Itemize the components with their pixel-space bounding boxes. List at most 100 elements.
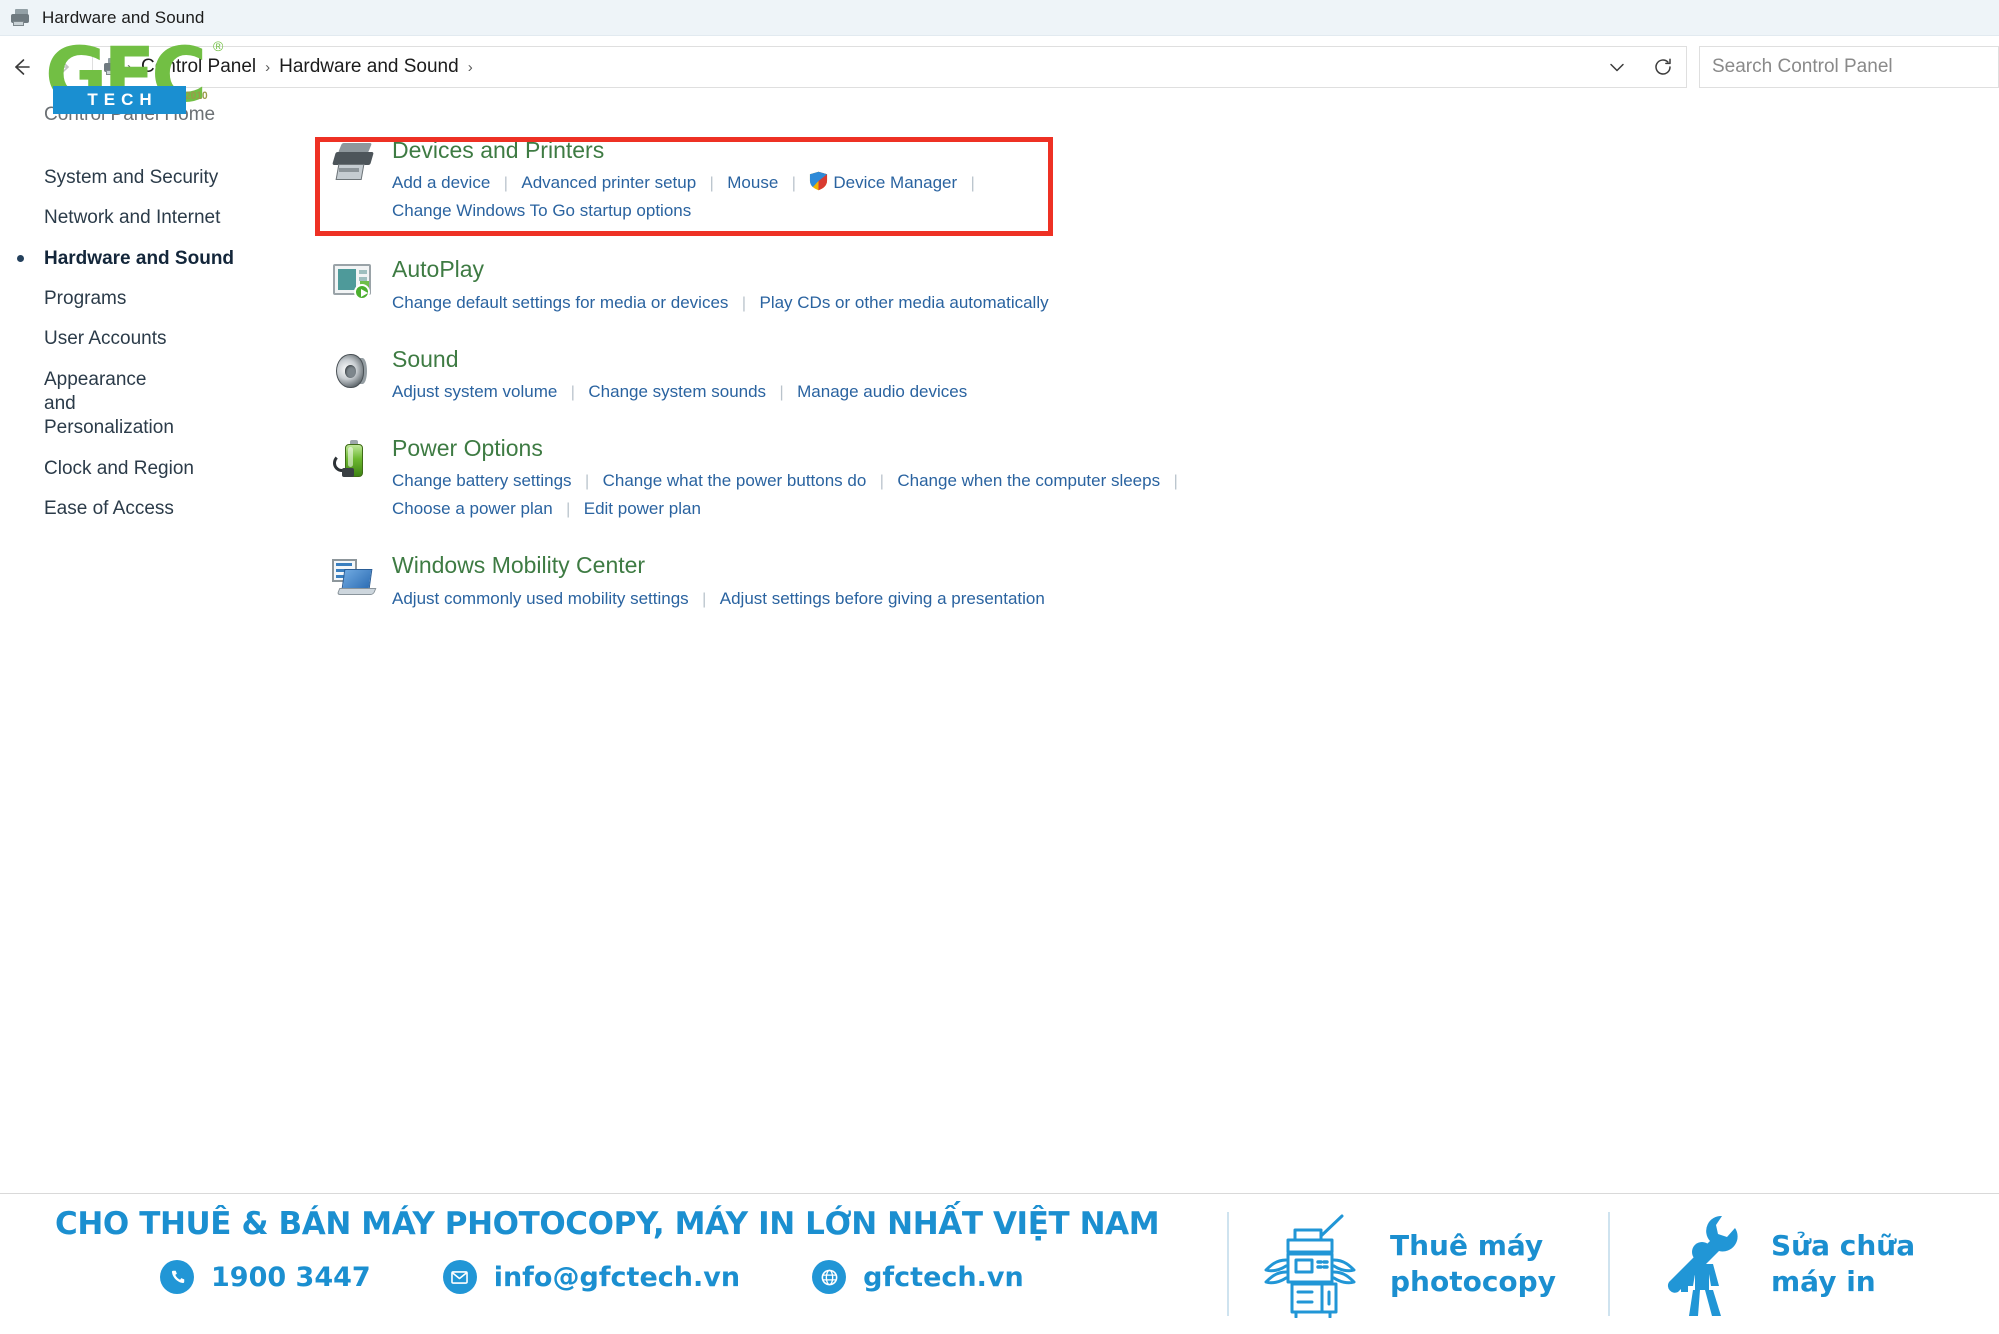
category-sound: Sound Adjust system volume | Change syst… — [330, 339, 1530, 416]
link-separator: | — [557, 501, 579, 518]
banner-phone-number: 1900 3447 — [211, 1262, 371, 1293]
category-title-windows-mobility-center[interactable]: Windows Mobility Center — [392, 551, 1530, 580]
chevron-down-icon[interactable] — [1594, 47, 1640, 87]
banner-service-line2: photocopy — [1390, 1265, 1556, 1298]
category-icon-wrap — [330, 551, 392, 612]
banner-contact-email[interactable]: info@gfctech.vn — [443, 1260, 740, 1294]
sidebar-item-clock-and-region[interactable]: Clock and Region — [0, 449, 300, 489]
banner-email-address: info@gfctech.vn — [494, 1262, 740, 1293]
sidebar-category-list: System and Security Network and Internet… — [0, 158, 300, 529]
link-adjust-commonly-used-mobility-settings[interactable]: Adjust commonly used mobility settings — [392, 589, 689, 608]
breadcrumb-bar[interactable]: › Control Panel › Hardware and Sound › — [92, 46, 1687, 88]
category-body: Power Options Change battery settings | … — [392, 434, 1530, 523]
banner-service-label-rent-copier: Thuê máy photocopy — [1390, 1228, 1556, 1300]
link-adjust-system-volume[interactable]: Adjust system volume — [392, 382, 557, 401]
window-title-text: Hardware and Sound — [42, 8, 204, 28]
category-links: Add a device | Advanced printer setup | … — [392, 169, 1530, 225]
sidebar-item-user-accounts[interactable]: User Accounts — [0, 319, 300, 359]
link-device-manager-label: Device Manager — [833, 173, 957, 192]
category-body: Windows Mobility Center Adjust commonly … — [392, 551, 1530, 612]
link-change-system-sounds[interactable]: Change system sounds — [588, 382, 766, 401]
banner-service-line2: máy in — [1771, 1265, 1876, 1298]
copier-icon — [1262, 1210, 1368, 1318]
banner-website-url: gfctech.vn — [863, 1262, 1024, 1293]
category-body: AutoPlay Change default settings for med… — [392, 255, 1530, 316]
window-title-bar: Hardware and Sound — [0, 0, 1999, 36]
link-manage-audio-devices[interactable]: Manage audio devices — [797, 382, 967, 401]
category-links: Adjust commonly used mobility settings |… — [392, 585, 1530, 613]
advertising-banner: CHO THUÊ & BÁN MÁY PHOTOCOPY, MÁY IN LỚN… — [0, 1193, 1999, 1333]
sidebar-item-system-and-security[interactable]: System and Security — [0, 158, 300, 198]
control-panel-category-list: Devices and Printers Add a device | Adva… — [330, 130, 1530, 623]
link-separator: | — [562, 384, 584, 401]
sidebar-item-control-panel-home[interactable]: Control Panel Home — [0, 100, 300, 126]
link-edit-power-plan[interactable]: Edit power plan — [584, 499, 701, 518]
link-separator: | — [1165, 473, 1187, 490]
link-change-what-the-power-buttons-do[interactable]: Change what the power buttons do — [603, 471, 867, 490]
link-separator: | — [693, 591, 715, 608]
sidebar-item-programs[interactable]: Programs — [0, 279, 300, 319]
link-separator: | — [576, 473, 598, 490]
link-add-a-device[interactable]: Add a device — [392, 173, 490, 192]
sidebar-item-appearance-and-personalization[interactable]: Appearance and Personalization — [0, 360, 175, 449]
link-separator: | — [783, 175, 805, 192]
category-icon-wrap — [330, 255, 392, 316]
banner-inner: CHO THUÊ & BÁN MÁY PHOTOCOPY, MÁY IN LỚN… — [0, 1194, 1999, 1334]
forward-button[interactable] — [42, 46, 84, 88]
category-title-autoplay[interactable]: AutoPlay — [392, 255, 1530, 284]
search-control-panel-input[interactable]: Search Control Panel — [1699, 46, 1999, 88]
category-autoplay: AutoPlay Change default settings for med… — [330, 249, 1530, 326]
link-change-default-settings-for-media-or-devices[interactable]: Change default settings for media or dev… — [392, 293, 728, 312]
banner-service-line1: Thuê máy — [1390, 1229, 1543, 1262]
category-title-sound[interactable]: Sound — [392, 345, 1530, 374]
link-change-battery-settings[interactable]: Change battery settings — [392, 471, 572, 490]
phone-icon — [160, 1260, 194, 1294]
link-device-manager[interactable]: Device Manager — [809, 173, 957, 192]
links-row: Choose a power plan | Edit power plan — [392, 495, 1530, 523]
banner-service-rent-copier[interactable]: Thuê máy photocopy — [1262, 1210, 1556, 1318]
link-change-windows-to-go-startup-options[interactable]: Change Windows To Go startup options — [392, 201, 691, 220]
links-row: Add a device | Advanced printer setup | … — [392, 169, 1530, 197]
links-row: Change default settings for media or dev… — [392, 289, 1530, 317]
breadcrumb-item-hardware-and-sound[interactable]: Hardware and Sound — [272, 56, 466, 78]
category-title-devices-and-printers[interactable]: Devices and Printers — [392, 136, 1530, 165]
banner-service-line1: Sửa chữa — [1771, 1229, 1915, 1262]
link-change-when-the-computer-sleeps[interactable]: Change when the computer sleeps — [897, 471, 1160, 490]
breadcrumb-chevron-2[interactable]: › — [466, 59, 475, 76]
category-links: Adjust system volume | Change system sou… — [392, 378, 1530, 406]
link-mouse[interactable]: Mouse — [727, 173, 778, 192]
links-row: Adjust system volume | Change system sou… — [392, 378, 1530, 406]
category-icon-wrap — [330, 434, 392, 523]
refresh-icon[interactable] — [1640, 47, 1686, 87]
globe-icon — [812, 1260, 846, 1294]
breadcrumb-item-control-panel[interactable]: Control Panel — [134, 56, 263, 78]
banner-divider-2 — [1608, 1212, 1610, 1316]
banner-headline: CHO THUÊ & BÁN MÁY PHOTOCOPY, MÁY IN LỚN… — [55, 1206, 1159, 1242]
banner-service-label-printer-repair: Sửa chữa máy in — [1771, 1228, 1915, 1300]
banner-contacts: 1900 3447 info@gfctech.vn — [160, 1260, 1096, 1294]
sidebar-item-network-and-internet[interactable]: Network and Internet — [0, 198, 300, 238]
banner-contact-website[interactable]: gfctech.vn — [812, 1260, 1024, 1294]
links-row: Adjust commonly used mobility settings |… — [392, 585, 1530, 613]
sidebar-item-hardware-and-sound[interactable]: Hardware and Sound — [0, 239, 300, 279]
category-devices-and-printers: Devices and Printers Add a device | Adva… — [330, 130, 1530, 235]
link-play-cds-or-other-media-automatically[interactable]: Play CDs or other media automatically — [759, 293, 1048, 312]
category-links: Change default settings for media or dev… — [392, 289, 1530, 317]
banner-service-printer-repair[interactable]: Sửa chữa máy in — [1645, 1210, 1915, 1318]
link-separator: | — [733, 295, 755, 312]
link-separator: | — [962, 175, 984, 192]
link-separator: | — [701, 175, 723, 192]
category-title-power-options[interactable]: Power Options — [392, 434, 1530, 463]
sidebar-item-ease-of-access[interactable]: Ease of Access — [0, 489, 300, 529]
breadcrumb-chevron-1[interactable]: › — [263, 59, 272, 76]
repair-worker-icon — [1645, 1210, 1749, 1318]
banner-divider-1 — [1227, 1212, 1229, 1316]
back-button[interactable] — [0, 46, 42, 88]
link-adjust-settings-before-giving-a-presentation[interactable]: Adjust settings before giving a presenta… — [720, 589, 1045, 608]
link-separator: | — [771, 384, 793, 401]
mail-icon — [443, 1260, 477, 1294]
link-choose-a-power-plan[interactable]: Choose a power plan — [392, 499, 553, 518]
search-placeholder: Search Control Panel — [1712, 56, 1893, 78]
link-advanced-printer-setup[interactable]: Advanced printer setup — [521, 173, 696, 192]
banner-contact-phone[interactable]: 1900 3447 — [160, 1260, 371, 1294]
